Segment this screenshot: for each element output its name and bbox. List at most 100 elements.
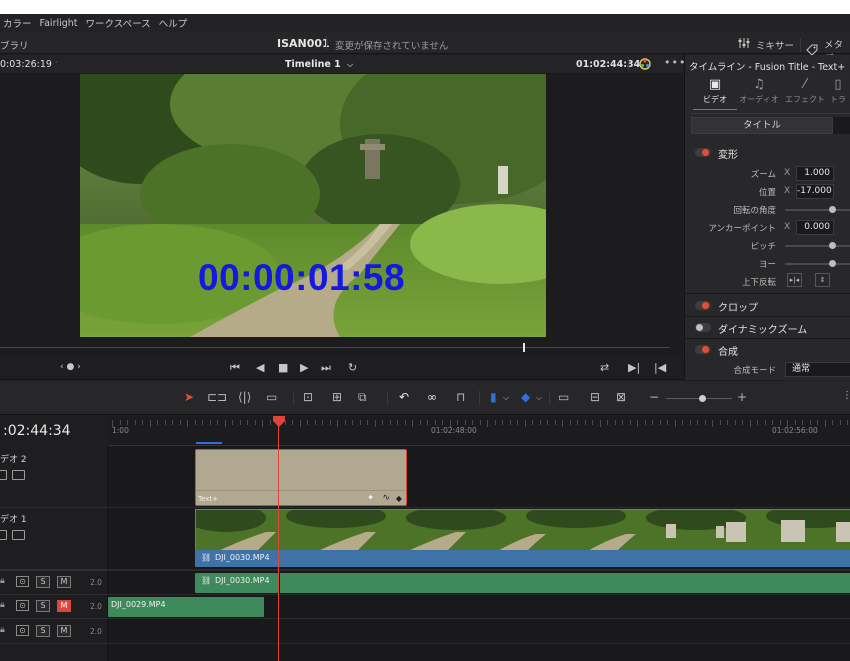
chevron-down-icon[interactable]: ⌵ — [503, 393, 509, 403]
snapping-icon[interactable]: ↶ — [399, 390, 409, 404]
solo-button[interactable]: S — [36, 625, 50, 637]
ruler-tick — [622, 420, 623, 425]
linked-selection-icon[interactable]: ∞ — [427, 390, 437, 404]
full-zoom-icon[interactable]: ▭ — [558, 390, 569, 404]
pitch-slider[interactable] — [785, 242, 850, 249]
menu-fairlight[interactable]: Fairlight — [37, 18, 83, 29]
anchor-x-field[interactable]: 0.000 — [796, 220, 834, 235]
jog-control-icon[interactable]: ‹ ● › — [60, 362, 81, 372]
mute-button-active[interactable]: M — [57, 600, 71, 612]
zoom-slider[interactable] — [666, 395, 732, 402]
audio-link-icon[interactable]: ⊙ — [16, 600, 29, 611]
play-reverse-button[interactable]: ◀ — [256, 361, 264, 374]
composite-toggle[interactable] — [695, 345, 711, 354]
timeline-tracks[interactable]: Text+ ✦ ∿ ◆ ⛓ DJI_0030.MP4 ⛓ DJI_0030.MP… — [108, 446, 850, 661]
timeline-ruler[interactable]: 1:00 01:02:48:00 01:02:56:00 — [108, 416, 850, 446]
detail-zoom-icon[interactable]: ⊟ — [590, 390, 600, 404]
lock-icon[interactable]: 🔒︎ — [0, 576, 5, 586]
overlay-timecode-text[interactable]: 00:00:01:58 — [198, 257, 405, 299]
video2-track-name[interactable]: デオ 2 — [0, 452, 27, 465]
flip-vertical-button[interactable]: ⇕ — [815, 273, 830, 287]
audio-clip[interactable] — [280, 573, 850, 593]
composite-section-header[interactable]: 合成 — [685, 340, 850, 360]
media-pool-label[interactable]: ブラリ — [0, 38, 29, 52]
dynamic-trim-icon[interactable]: ⟨|⟩ — [238, 390, 251, 404]
mute-button[interactable]: M — [57, 625, 71, 637]
custom-zoom-icon[interactable]: ⊠ — [616, 390, 626, 404]
blade-tool-icon[interactable]: ▭ — [266, 390, 277, 404]
lock-track-icon[interactable] — [0, 470, 7, 480]
dynamic-zoom-section-header[interactable]: ダイナミックズーム — [685, 318, 850, 338]
position-lock-icon[interactable]: ⊓ — [456, 390, 465, 404]
timeline-selector[interactable]: Timeline 1 ⌵ — [285, 59, 353, 70]
audio-clip[interactable]: ⛓ DJI_0030.MP4 — [195, 573, 278, 593]
yaw-slider[interactable] — [785, 260, 850, 267]
position-x-field[interactable]: -17.000 — [796, 184, 834, 199]
viewer-scrub-bar[interactable] — [0, 340, 683, 356]
overwrite-clip-icon[interactable]: ⊞ — [332, 390, 342, 404]
zoom-out-icon[interactable]: − — [649, 390, 659, 404]
crop-section-header[interactable]: クロップ — [685, 296, 850, 316]
slider-knob[interactable] — [829, 260, 836, 267]
audio-link-icon[interactable]: ⊙ — [16, 625, 29, 636]
audio-clip[interactable]: DJI_0029.MP4 — [108, 597, 264, 617]
menu-help[interactable]: ヘルプ — [156, 16, 193, 30]
viewer-options-dot-icon[interactable]: · — [55, 58, 58, 67]
more-options-icon[interactable]: ⋮ — [842, 390, 850, 401]
title-clip[interactable]: Text+ ✦ ∿ ◆ — [195, 449, 407, 506]
zoom-in-icon[interactable]: + — [737, 390, 747, 404]
rotation-slider[interactable] — [785, 206, 850, 213]
transform-section-header[interactable]: 変形 — [685, 143, 850, 163]
flag-icon[interactable]: ▮ — [490, 390, 497, 404]
solo-button[interactable]: S — [36, 576, 50, 588]
mixer-button[interactable]: ミキサー — [738, 37, 802, 52]
composite-mode-select[interactable]: 通常 — [785, 362, 850, 377]
timeline-timecode[interactable]: :02:44:34 — [3, 423, 71, 439]
playhead[interactable] — [278, 446, 279, 661]
lock-icon[interactable]: 🔒︎ — [0, 625, 5, 635]
previous-edit-icon[interactable]: |◀ — [654, 361, 666, 374]
next-edit-icon[interactable]: ▶| — [628, 361, 640, 374]
replace-clip-icon[interactable]: ⧉ — [358, 390, 367, 405]
tab-effects[interactable]: ⁄ エフェクト — [783, 77, 827, 105]
mute-button[interactable]: M — [57, 576, 71, 588]
slider-knob[interactable] — [829, 242, 836, 249]
audio-link-icon[interactable]: ⊙ — [16, 576, 29, 587]
tab-audio[interactable]: ♫ オーディオ — [737, 77, 781, 105]
chevron-down-icon[interactable]: ⌵ — [536, 393, 542, 403]
tab-settings-collapsed[interactable] — [833, 117, 850, 134]
play-button[interactable]: ▶ — [300, 361, 308, 374]
scrub-handle[interactable] — [523, 343, 525, 352]
menu-workspace[interactable]: ワークスペース — [83, 16, 156, 30]
lock-icon[interactable]: 🔒︎ — [0, 600, 5, 610]
ruler-tick — [314, 420, 316, 425]
trim-tool-icon[interactable]: ⊏⊐ — [207, 390, 227, 404]
insert-clip-icon[interactable]: ⊡ — [303, 390, 313, 404]
lock-track-icon[interactable] — [0, 530, 7, 540]
solo-button[interactable]: S — [36, 600, 50, 612]
slider-knob[interactable] — [829, 206, 836, 213]
dynamic-zoom-toggle[interactable] — [695, 323, 711, 332]
loop-button[interactable]: ↻ — [348, 361, 357, 374]
go-to-end-button[interactable]: ⏭ — [321, 361, 331, 375]
video1-track-name[interactable]: デオ 1 — [0, 512, 27, 525]
zoom-x-field[interactable]: 1.000 — [796, 166, 834, 181]
stop-button[interactable]: ■ — [278, 361, 288, 374]
selection-tool-icon[interactable]: ➤ — [184, 390, 194, 404]
crop-toggle[interactable] — [695, 301, 711, 310]
tab-video[interactable]: ▣ ビデオ — [693, 77, 737, 110]
transform-toggle[interactable] — [695, 148, 711, 157]
menu-color[interactable]: カラー — [0, 16, 37, 30]
playhead-handle[interactable] — [273, 416, 285, 428]
zoom-slider-knob[interactable] — [699, 395, 706, 402]
tab-transition[interactable]: ▯ トラ — [825, 77, 850, 105]
video-clip-name-bar[interactable]: ⛓ DJI_0030.MP4 — [195, 550, 850, 567]
match-frame-icon[interactable]: ⇄ — [600, 361, 609, 374]
flip-horizontal-button[interactable]: ▸|◂ — [787, 273, 802, 287]
color-picker-icon[interactable] — [638, 57, 652, 74]
track-visibility-icon[interactable] — [12, 530, 25, 540]
track-visibility-icon[interactable] — [12, 470, 25, 480]
tab-title[interactable]: タイトル — [691, 117, 833, 134]
go-to-start-button[interactable]: ⏮ — [230, 361, 240, 375]
marker-icon[interactable]: ◆ — [521, 390, 530, 404]
